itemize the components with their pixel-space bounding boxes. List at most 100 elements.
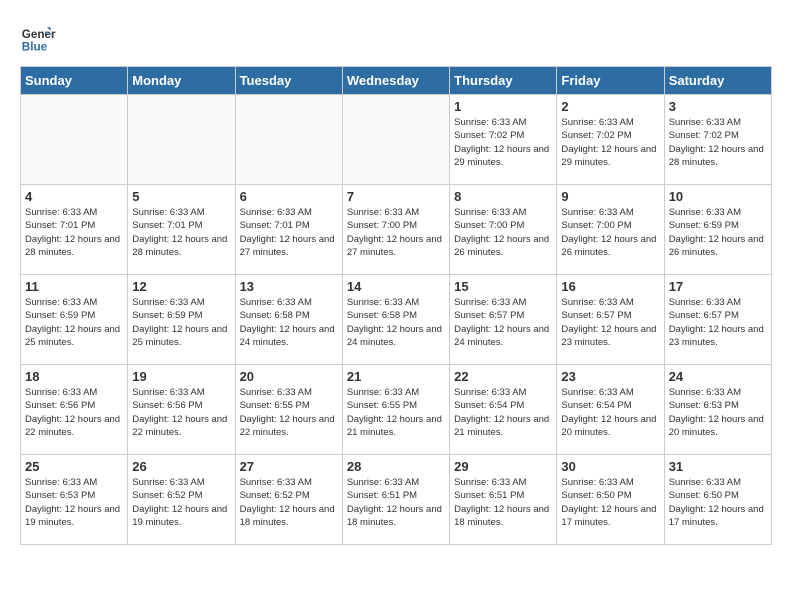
weekday-header-wednesday: Wednesday (342, 67, 449, 95)
day-info: Sunrise: 6:33 AMSunset: 6:53 PMDaylight:… (25, 476, 123, 529)
day-info: Sunrise: 6:33 AMSunset: 6:50 PMDaylight:… (669, 476, 767, 529)
calendar-cell: 31 Sunrise: 6:33 AMSunset: 6:50 PMDayligh… (664, 455, 771, 545)
calendar-cell: 28Sunrise: 6:33 AMSunset: 6:51 PMDayligh… (342, 455, 449, 545)
day-info: Sunrise: 6:33 AMSunset: 6:59 PMDaylight:… (669, 206, 767, 259)
day-number: 10 (669, 189, 767, 204)
weekday-header-friday: Friday (557, 67, 664, 95)
day-info: Sunrise: 6:33 AMSunset: 6:53 PMDaylight:… (669, 386, 767, 439)
weekday-header-sunday: Sunday (21, 67, 128, 95)
day-number: 18 (25, 369, 123, 384)
day-info: Sunrise: 6:33 AMSunset: 6:50 PMDaylight:… (561, 476, 659, 529)
day-info: Sunrise: 6:33 AMSunset: 6:56 PMDaylight:… (132, 386, 230, 439)
calendar-cell: 8 Sunrise: 6:33 AMSunset: 7:00 PMDaylight… (450, 185, 557, 275)
day-number: 31 (669, 459, 767, 474)
calendar-cell: 15 Sunrise: 6:33 AMSunset: 6:57 PMDayligh… (450, 275, 557, 365)
day-info: Sunrise: 6:33 AMSunset: 6:58 PMDaylight:… (240, 296, 338, 349)
day-number: 27 (240, 459, 338, 474)
day-number: 21 (347, 369, 445, 384)
calendar-cell: 4 Sunrise: 6:33 AMSunset: 7:01 PMDaylight… (21, 185, 128, 275)
day-number: 19 (132, 369, 230, 384)
day-number: 29 (454, 459, 552, 474)
day-number: 23 (561, 369, 659, 384)
day-info: Sunrise: 6:33 AMSunset: 7:01 PMDaylight:… (132, 206, 230, 259)
logo: General Blue (20, 20, 56, 56)
day-info: Sunrise: 6:33 AMSunset: 6:52 PMDaylight:… (240, 476, 338, 529)
day-number: 7 (347, 189, 445, 204)
day-info: Sunrise: 6:33 AMSunset: 7:00 PMDaylight:… (561, 206, 659, 259)
calendar-cell (21, 95, 128, 185)
page-header: General Blue (20, 20, 772, 56)
calendar-cell: 25 Sunrise: 6:33 AMSunset: 6:53 PMDayligh… (21, 455, 128, 545)
day-number: 16 (561, 279, 659, 294)
day-info: Sunrise: 6:33 AMSunset: 7:00 PMDaylight:… (454, 206, 552, 259)
day-number: 20 (240, 369, 338, 384)
calendar-cell: 19 Sunrise: 6:33 AMSunset: 6:56 PMDayligh… (128, 365, 235, 455)
day-number: 12 (132, 279, 230, 294)
day-number: 3 (669, 99, 767, 114)
day-info: Sunrise: 6:33 AMSunset: 6:54 PMDaylight:… (454, 386, 552, 439)
day-info: Sunrise: 6:33 AMSunset: 7:01 PMDaylight:… (25, 206, 123, 259)
calendar-cell: 3 Sunrise: 6:33 AMSunset: 7:02 PMDaylight… (664, 95, 771, 185)
day-number: 22 (454, 369, 552, 384)
day-info: Sunrise: 6:33 AMSunset: 6:58 PMDaylight:… (347, 296, 445, 349)
calendar-cell: 9 Sunrise: 6:33 AMSunset: 7:00 PMDaylight… (557, 185, 664, 275)
calendar-cell (235, 95, 342, 185)
calendar-cell: 16 Sunrise: 6:33 AMSunset: 6:57 PMDayligh… (557, 275, 664, 365)
day-info: Sunrise: 6:33 AMSunset: 7:02 PMDaylight:… (669, 116, 767, 169)
day-number: 6 (240, 189, 338, 204)
day-number: 30 (561, 459, 659, 474)
calendar-cell: 26 Sunrise: 6:33 AMSunset: 6:52 PMDayligh… (128, 455, 235, 545)
day-number: 2 (561, 99, 659, 114)
calendar-cell (128, 95, 235, 185)
weekday-header-tuesday: Tuesday (235, 67, 342, 95)
calendar-table: SundayMondayTuesdayWednesdayThursdayFrid… (20, 66, 772, 545)
day-info: Sunrise: 6:33 AMSunset: 7:02 PMDaylight:… (561, 116, 659, 169)
day-info: Sunrise: 6:33 AMSunset: 6:59 PMDaylight:… (25, 296, 123, 349)
logo-icon: General Blue (20, 20, 56, 56)
day-info: Sunrise: 6:33 AMSunset: 6:57 PMDaylight:… (454, 296, 552, 349)
day-info: Sunrise: 6:33 AMSunset: 6:54 PMDaylight:… (561, 386, 659, 439)
calendar-cell: 1Sunrise: 6:33 AMSunset: 7:02 PMDaylight… (450, 95, 557, 185)
calendar-cell: 23 Sunrise: 6:33 AMSunset: 6:54 PMDayligh… (557, 365, 664, 455)
day-number: 17 (669, 279, 767, 294)
calendar-cell: 20Sunrise: 6:33 AMSunset: 6:55 PMDayligh… (235, 365, 342, 455)
calendar-cell: 21 Sunrise: 6:33 AMSunset: 6:55 PMDayligh… (342, 365, 449, 455)
day-number: 8 (454, 189, 552, 204)
day-info: Sunrise: 6:33 AMSunset: 7:01 PMDaylight:… (240, 206, 338, 259)
calendar-cell: 14Sunrise: 6:33 AMSunset: 6:58 PMDayligh… (342, 275, 449, 365)
day-info: Sunrise: 6:33 AMSunset: 6:51 PMDaylight:… (347, 476, 445, 529)
calendar-cell: 17 Sunrise: 6:33 AMSunset: 6:57 PMDayligh… (664, 275, 771, 365)
calendar-cell: 11 Sunrise: 6:33 AMSunset: 6:59 PMDayligh… (21, 275, 128, 365)
calendar-cell: 5Sunrise: 6:33 AMSunset: 7:01 PMDaylight… (128, 185, 235, 275)
calendar-cell: 13 Sunrise: 6:33 AMSunset: 6:58 PMDayligh… (235, 275, 342, 365)
day-info: Sunrise: 6:33 AMSunset: 6:51 PMDaylight:… (454, 476, 552, 529)
day-number: 11 (25, 279, 123, 294)
svg-text:General: General (22, 28, 56, 41)
day-number: 26 (132, 459, 230, 474)
day-info: Sunrise: 6:33 AMSunset: 6:55 PMDaylight:… (347, 386, 445, 439)
calendar-cell: 6 Sunrise: 6:33 AMSunset: 7:01 PMDaylight… (235, 185, 342, 275)
day-number: 9 (561, 189, 659, 204)
calendar-cell: 18 Sunrise: 6:33 AMSunset: 6:56 PMDayligh… (21, 365, 128, 455)
calendar-cell: 24Sunrise: 6:33 AMSunset: 6:53 PMDayligh… (664, 365, 771, 455)
calendar-cell: 30 Sunrise: 6:33 AMSunset: 6:50 PMDayligh… (557, 455, 664, 545)
day-info: Sunrise: 6:33 AMSunset: 7:00 PMDaylight:… (347, 206, 445, 259)
weekday-header-thursday: Thursday (450, 67, 557, 95)
day-number: 4 (25, 189, 123, 204)
day-info: Sunrise: 6:33 AMSunset: 6:56 PMDaylight:… (25, 386, 123, 439)
day-info: Sunrise: 6:33 AMSunset: 6:57 PMDaylight:… (561, 296, 659, 349)
calendar-cell: 12 Sunrise: 6:33 AMSunset: 6:59 PMDayligh… (128, 275, 235, 365)
calendar-cell: 27 Sunrise: 6:33 AMSunset: 6:52 PMDayligh… (235, 455, 342, 545)
day-number: 15 (454, 279, 552, 294)
day-number: 25 (25, 459, 123, 474)
calendar-cell: 2 Sunrise: 6:33 AMSunset: 7:02 PMDaylight… (557, 95, 664, 185)
day-info: Sunrise: 6:33 AMSunset: 6:59 PMDaylight:… (132, 296, 230, 349)
calendar-cell: 10 Sunrise: 6:33 AMSunset: 6:59 PMDayligh… (664, 185, 771, 275)
day-info: Sunrise: 6:33 AMSunset: 6:52 PMDaylight:… (132, 476, 230, 529)
calendar-cell: 29 Sunrise: 6:33 AMSunset: 6:51 PMDayligh… (450, 455, 557, 545)
calendar-cell (342, 95, 449, 185)
day-info: Sunrise: 6:33 AMSunset: 7:02 PMDaylight:… (454, 116, 552, 169)
day-info: Sunrise: 6:33 AMSunset: 6:57 PMDaylight:… (669, 296, 767, 349)
day-number: 13 (240, 279, 338, 294)
weekday-header-saturday: Saturday (664, 67, 771, 95)
